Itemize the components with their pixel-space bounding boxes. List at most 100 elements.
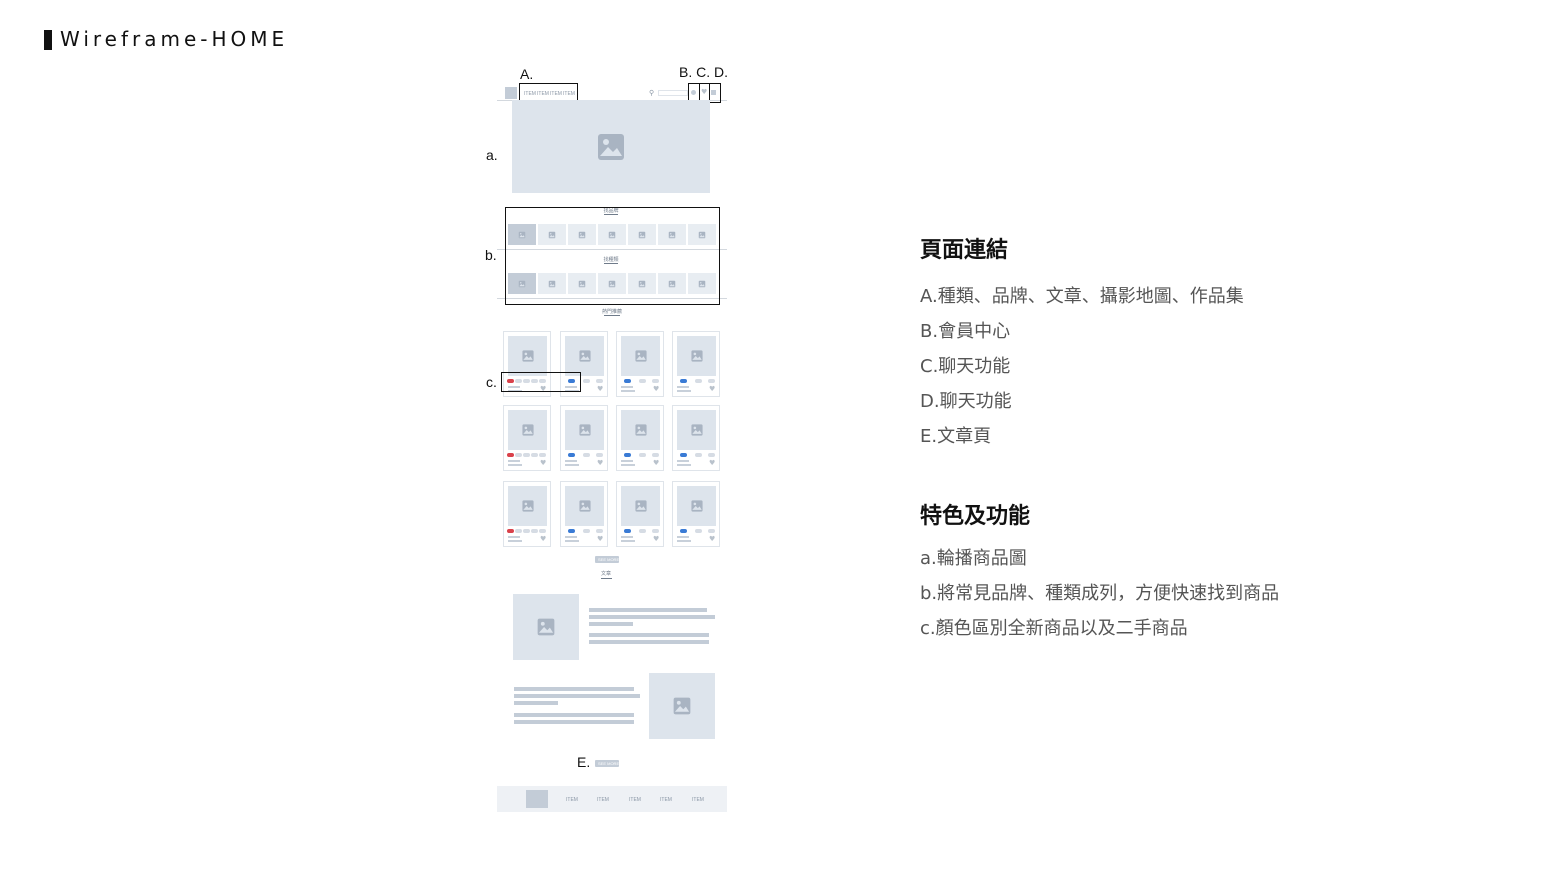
product-image-placeholder — [621, 336, 660, 376]
favorite-heart-icon[interactable]: ♥ — [540, 460, 546, 467]
hero-carousel-placeholder[interactable] — [512, 100, 710, 193]
footer-item[interactable]: ITEM — [660, 797, 672, 803]
article-text-line — [514, 687, 634, 691]
product-card[interactable]: ♥ — [616, 481, 664, 547]
product-image-placeholder — [508, 410, 547, 450]
article-text-line — [514, 694, 640, 698]
favorite-heart-icon[interactable]: ♥ — [540, 536, 546, 543]
product-price-line — [565, 464, 579, 466]
product-card[interactable]: ♥ — [503, 405, 551, 471]
product-name-line — [565, 460, 577, 462]
search-icon[interactable]: ⚲ — [649, 89, 654, 97]
image-icon — [634, 350, 647, 362]
image-icon — [690, 424, 703, 436]
product-price-line — [508, 464, 522, 466]
image-icon — [634, 500, 647, 512]
footer-item[interactable]: ITEM — [692, 797, 704, 803]
favorite-heart-icon[interactable]: ♥ — [653, 460, 659, 467]
marker-BCD: B. C. D. — [679, 64, 729, 80]
tag — [531, 453, 538, 457]
product-card[interactable]: ♥ — [672, 481, 720, 547]
product-image-placeholder — [677, 486, 716, 526]
footer-item[interactable]: ITEM — [629, 797, 641, 803]
product-card[interactable]: ♥ — [560, 481, 608, 547]
marker-A: A. — [520, 66, 534, 82]
tag — [596, 379, 603, 383]
marker-a: a. — [486, 147, 498, 163]
tag — [652, 529, 659, 533]
product-card[interactable]: ♥ — [503, 481, 551, 547]
marker-c: c. — [486, 374, 497, 390]
image-icon — [537, 618, 555, 636]
favorite-heart-icon[interactable]: ♥ — [653, 386, 659, 393]
favorite-heart-icon[interactable]: ♥ — [597, 386, 603, 393]
product-image-placeholder — [677, 336, 716, 376]
favorite-heart-icon[interactable]: ♥ — [709, 460, 715, 467]
see-more-label: SEE MORE — [598, 557, 620, 562]
product-price-line — [677, 464, 691, 466]
see-more-products-button[interactable]: SEE MORE — [595, 556, 619, 563]
product-name-line — [677, 536, 689, 538]
search-input[interactable] — [658, 90, 688, 96]
article-image-placeholder[interactable] — [513, 594, 579, 660]
feature-item: b.將常見品牌、種類成列，方便快速找到商品 — [920, 583, 1280, 604]
product-card[interactable]: ♥ — [672, 405, 720, 471]
feature-item: a.輪播商品圖 — [920, 548, 1027, 569]
tag — [596, 529, 603, 533]
product-card[interactable]: ♥ — [672, 331, 720, 397]
marker-E: E. — [577, 754, 591, 770]
article-image-placeholder[interactable] — [649, 673, 715, 739]
image-icon — [578, 350, 591, 362]
latest-title: 熱門推薦 — [601, 309, 622, 315]
footer-logo-placeholder — [526, 790, 548, 808]
link-item: D.聊天功能 — [920, 391, 1012, 412]
image-icon — [578, 424, 591, 436]
see-more-articles-button[interactable]: SEE MORE — [595, 760, 619, 767]
footer-item[interactable]: ITEM — [566, 797, 578, 803]
article-text-line — [589, 622, 633, 626]
favorite-heart-icon[interactable]: ♥ — [653, 536, 659, 543]
articles-title: 文章 — [600, 571, 611, 577]
tag — [708, 453, 715, 457]
favorite-heart-icon[interactable]: ♥ — [709, 386, 715, 393]
link-item: B.會員中心 — [920, 321, 1011, 342]
product-name-line — [677, 460, 689, 462]
product-card[interactable]: ♥ — [560, 405, 608, 471]
features-heading: 特色及功能 — [920, 504, 1031, 529]
link-item: E.文章頁 — [920, 426, 992, 447]
link-item: A.種類、品牌、文章、攝影地圖、作品集 — [920, 286, 1244, 307]
tag — [583, 453, 590, 457]
article-text-line — [514, 701, 558, 705]
tag — [639, 529, 646, 533]
product-name-line — [621, 386, 633, 388]
image-icon — [598, 133, 624, 160]
footer-item[interactable]: ITEM — [597, 797, 609, 803]
product-image-placeholder — [508, 336, 547, 376]
article-text-line — [514, 713, 634, 717]
marker-b: b. — [485, 247, 497, 263]
product-image-placeholder — [677, 410, 716, 450]
favorite-heart-icon[interactable]: ♥ — [709, 536, 715, 543]
tag — [596, 453, 603, 457]
product-price-line — [621, 464, 635, 466]
product-name-line — [621, 536, 633, 538]
product-name-line — [565, 536, 577, 538]
footer: ITEM ITEM ITEM ITEM ITEM — [497, 786, 727, 812]
used-tag — [624, 529, 631, 533]
links-heading: 頁面連結 — [920, 238, 1009, 263]
tag — [695, 453, 702, 457]
logo-placeholder — [505, 87, 517, 99]
annotation-box-c-tags — [501, 372, 581, 392]
image-icon — [521, 350, 534, 362]
used-tag — [680, 529, 687, 533]
product-card[interactable]: ♥ — [616, 331, 664, 397]
product-card[interactable]: ♥ — [616, 405, 664, 471]
image-icon — [521, 500, 534, 512]
favorite-heart-icon[interactable]: ♥ — [597, 460, 603, 467]
product-price-line — [677, 390, 691, 392]
tag — [708, 529, 715, 533]
favorite-heart-icon[interactable]: ♥ — [597, 536, 603, 543]
tag — [695, 379, 702, 383]
image-icon — [578, 500, 591, 512]
new-tag — [507, 529, 514, 533]
